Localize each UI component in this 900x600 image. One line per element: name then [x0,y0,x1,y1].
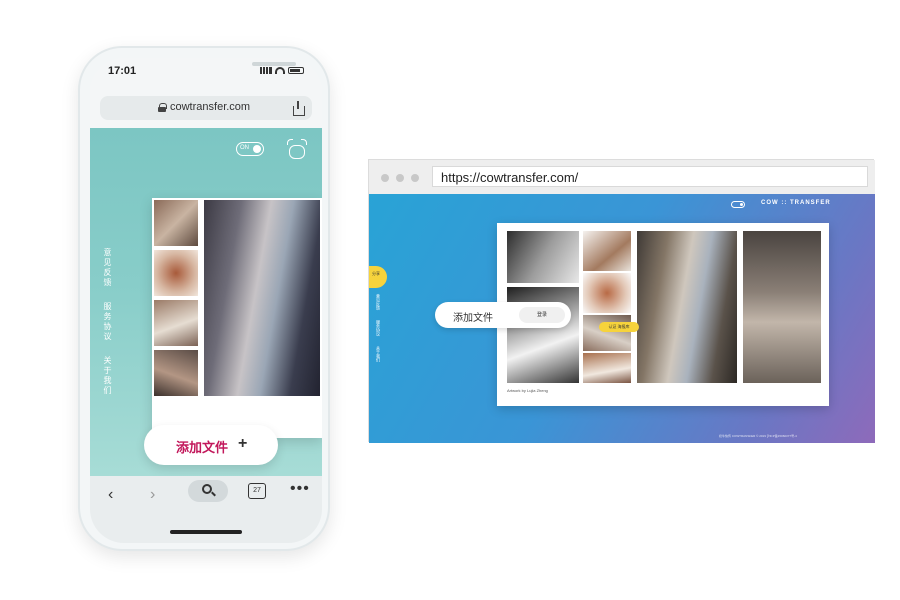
artwork-credit: Artwork by Lujia Zheng [507,388,548,393]
artwork-photo-thumb-1 [154,200,198,246]
battery-icon [288,67,304,74]
phone-url-text: cowtransfer.com [170,101,251,113]
speaker [252,62,296,66]
browser-add-file-button[interactable]: 添加文件 登录 [435,302,571,328]
signal-icon [260,67,272,74]
browser-side-link-feedback[interactable]: 意见反馈 [375,294,381,310]
share-icon[interactable] [292,101,305,116]
add-file-label: 添加文件 [176,440,229,455]
artwork-photo-swatch-4 [583,353,631,383]
browser-window: https://cowtransfer.com/ COW :: TRANSFER… [368,159,875,443]
tabs-button[interactable]: 27 [248,483,266,499]
plus-icon: + [238,435,248,452]
brand-logo[interactable]: COW :: TRANSFER [761,200,831,206]
artwork-photo-thumb-4 [154,350,198,396]
artwork-photo-thumb-2 [154,250,198,296]
window-close-dot[interactable] [381,174,389,182]
side-link-about[interactable]: 关于我们 [102,356,113,396]
search-icon[interactable] [188,480,228,502]
language-toggle[interactable]: ON [236,142,264,156]
artwork-photo-studio-1 [507,231,579,283]
stage: 17:01 cowtransfer.com ON 意见反馈 服务协议 关于我们 … [0,0,900,600]
browser-add-file-label: 添加文件 [453,313,493,324]
browser-url-text: https://cowtransfer.com/ [441,170,579,185]
browser-side-links: 意见反馈 服务协议 关于我们 [375,294,383,372]
side-link-terms[interactable]: 服务协议 [102,302,113,342]
window-maximize-dot[interactable] [411,174,419,182]
browser-footer: 奶牛快传 COWTRANSFER © 2019 沪ICP备15060377号-4 [719,434,797,438]
phone-screen: 17:01 cowtransfer.com ON 意见反馈 服务协议 关于我们 … [90,58,322,543]
browser-page-content: COW :: TRANSFER 分享 意见反馈 服务协议 关于我们 Artwor… [369,194,875,443]
back-icon[interactable]: ‹ [108,486,113,504]
phone-status-bar: 17:01 [90,58,322,88]
browser-title-bar: https://cowtransfer.com/ [369,160,875,194]
add-file-button[interactable]: 添加文件 + [144,425,278,465]
browser-side-link-terms[interactable]: 服务协议 [375,320,381,336]
artwork-photo-garment [637,231,737,383]
phone-side-links: 意见反馈 服务协议 关于我们 [102,248,116,410]
phone-browser-toolbar: ‹ › 27 ••• [90,476,322,543]
phone-page-content: ON 意见反馈 服务协议 关于我们 [90,128,322,476]
login-button[interactable]: 登录 [519,307,565,323]
poster-tag-button[interactable]: 认证 海报库 [599,322,639,332]
toggle-knob [253,145,261,153]
more-icon[interactable]: ••• [290,480,310,498]
cow-logo-icon[interactable] [286,138,308,162]
side-link-feedback[interactable]: 意见反馈 [102,248,113,288]
browser-language-toggle[interactable] [731,201,745,208]
phone-address-bar[interactable]: cowtransfer.com [100,96,312,120]
artwork-photo-swatch-3 [583,315,631,351]
toggle-label: ON [240,145,249,151]
share-tab-label: 分享 [372,271,380,276]
phone-notch [158,58,296,74]
artwork-photo-swatch-1 [583,231,631,271]
browser-address-bar[interactable]: https://cowtransfer.com/ [432,166,868,187]
phone-frame: 17:01 cowtransfer.com ON 意见反馈 服务协议 关于我们 … [78,46,330,551]
artwork-photo-thumb-3 [154,300,198,346]
share-tab[interactable]: 分享 [369,266,387,288]
lock-icon [158,103,167,112]
status-icons [260,67,304,74]
wifi-icon [275,67,285,74]
artwork-photo-swatch-2 [583,273,631,313]
window-minimize-dot[interactable] [396,174,404,182]
artwork-photo-main [204,200,320,396]
artwork-photo-model [743,231,821,383]
browser-side-link-about[interactable]: 关于我们 [375,346,381,362]
status-time: 17:01 [108,65,137,77]
forward-icon[interactable]: › [150,486,155,504]
phone-artwork-card [152,198,322,438]
home-indicator [170,530,242,534]
